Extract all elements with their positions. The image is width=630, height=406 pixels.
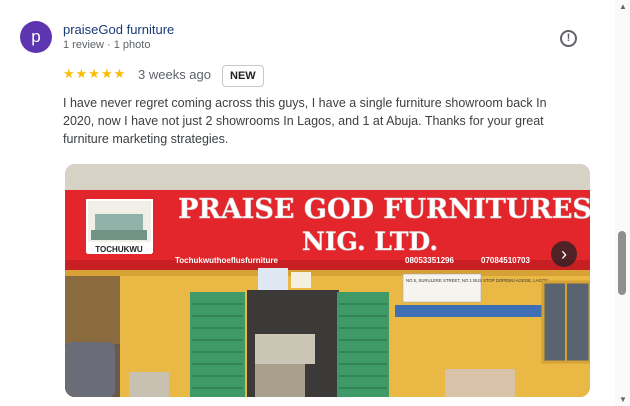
review-photo[interactable]: TOCHUKWU PRAISE GOD FURNITURES NIG. LTD.…: [65, 164, 590, 397]
star-rating: ★★★★★: [63, 66, 127, 81]
sign-phone-1: 08053351296: [405, 256, 454, 265]
scrollbar[interactable]: [615, 0, 630, 406]
sign-phone-2: 07084510703: [481, 256, 530, 265]
sign-subtitle: NIG. LTD.: [302, 227, 438, 256]
report-icon[interactable]: !: [560, 30, 577, 47]
avatar[interactable]: p: [20, 21, 52, 53]
sign-title: PRAISE GOD FURNITURES: [178, 194, 590, 225]
scroll-up-icon[interactable]: ▲: [619, 2, 627, 11]
new-badge: NEW: [222, 65, 264, 87]
scroll-down-icon[interactable]: ▼: [619, 395, 627, 404]
reviewer-name[interactable]: praiseGod furniture: [63, 22, 174, 37]
review-time: 3 weeks ago: [138, 67, 211, 82]
review-text: I have never regret coming across this g…: [63, 96, 547, 146]
scrollbar-thumb[interactable]: [618, 231, 626, 295]
reviewer-meta: 1 review · 1 photo: [63, 39, 151, 51]
shop-front-illustration: TOCHUKWU PRAISE GOD FURNITURES NIG. LTD.…: [65, 164, 590, 397]
address-plaque: NO 5, SURULERE STREET, NO 1 BUS STOP DOP…: [406, 278, 549, 283]
sign-social: Tochukwuthoeflusfurniture: [175, 256, 279, 265]
logo-label: TOCHUKWU: [95, 245, 143, 254]
chevron-right-icon[interactable]: ›: [551, 241, 577, 267]
